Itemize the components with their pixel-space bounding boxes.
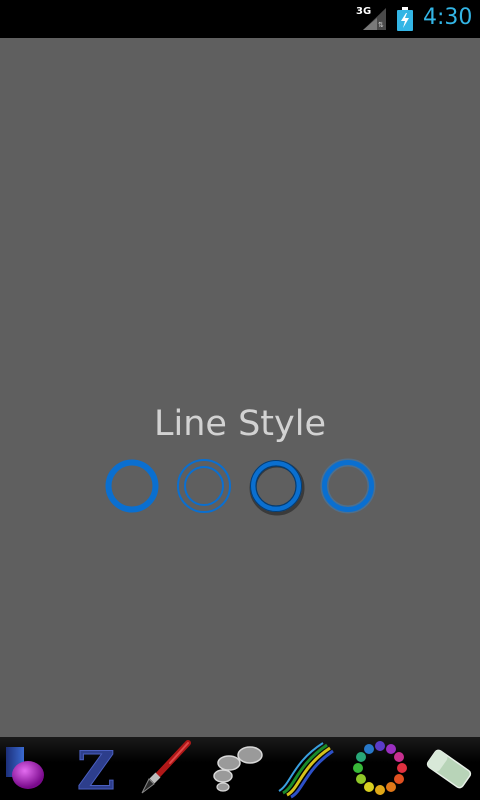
signal-icon: ⇅ — [363, 8, 386, 30]
app-screen: 3G ⇅ 4:30 Line Style Z — [0, 0, 480, 800]
line-style-solid-icon — [105, 459, 159, 513]
line-style-double-icon — [177, 459, 231, 513]
line-style-glow-option[interactable] — [318, 456, 378, 516]
line-style-options — [0, 456, 480, 516]
text-icon: Z — [77, 741, 116, 800]
line-style-solid-option[interactable] — [102, 456, 162, 516]
battery-charging-icon — [397, 7, 413, 31]
dialog-title: Line Style — [154, 404, 326, 444]
eraser-icon — [426, 749, 472, 789]
line-style-embossed-option[interactable] — [246, 456, 306, 516]
tool-fill-button[interactable] — [0, 737, 66, 800]
bottom-toolbar: Z — [0, 737, 480, 800]
rainbow-brush-icon — [278, 742, 334, 799]
svg-text:Z: Z — [77, 741, 115, 800]
status-clock: 4:30 — [423, 5, 473, 30]
tool-rainbow-button[interactable] — [275, 737, 340, 800]
line-style-double-option[interactable] — [174, 456, 234, 516]
tool-brush-button[interactable] — [130, 737, 200, 800]
tool-eraser-button[interactable] — [418, 737, 480, 800]
paint-bucket-icon — [6, 747, 44, 789]
drawing-canvas[interactable]: Line Style — [0, 38, 480, 737]
tool-stamp-button[interactable] — [205, 737, 270, 800]
line-style-embossed-icon — [249, 460, 305, 516]
tool-color-button[interactable] — [345, 737, 415, 800]
brush-icon — [141, 740, 191, 794]
color-palette-icon — [353, 741, 407, 795]
status-bar: 3G ⇅ 4:30 — [0, 0, 480, 38]
tool-text-button[interactable]: Z — [66, 737, 126, 800]
stamp-icon — [213, 746, 263, 792]
svg-text:⇅: ⇅ — [378, 21, 384, 29]
line-style-glow-icon — [320, 458, 376, 514]
